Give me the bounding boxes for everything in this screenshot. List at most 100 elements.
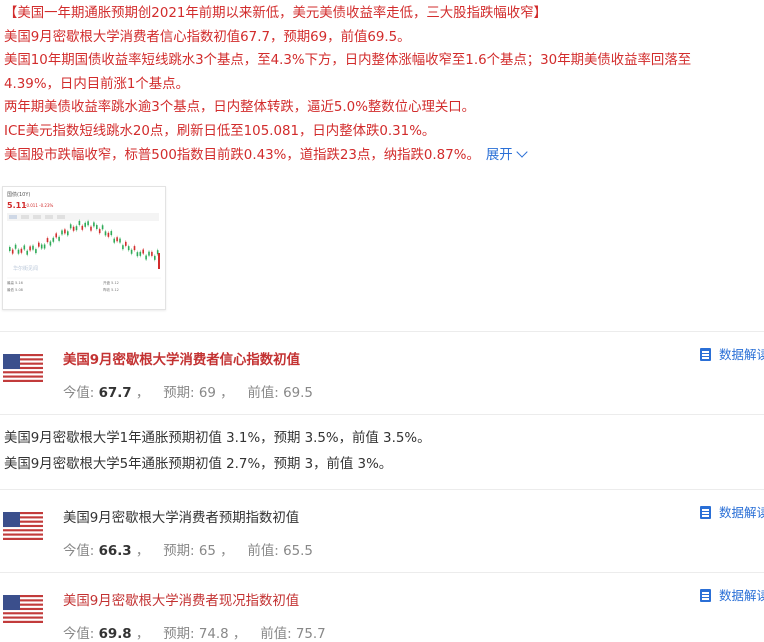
news-line: 美国10年期国债收益率短线跳水3个基点，至4.3%下方，日内整体涨幅收窄至1.6… (4, 53, 692, 69)
candle-body (122, 245, 124, 250)
news-line: 美国9月密歇根大学消费者信心指数初值67.7，预期69，前值69.5。 (4, 29, 411, 45)
data-interpretation-link[interactable]: 数据解读 (700, 344, 764, 363)
previous-value: 75.7 (295, 627, 326, 642)
candle-body (38, 242, 40, 247)
candle-body (78, 220, 81, 225)
candle-body (145, 255, 147, 260)
previous-label: 前值: (247, 544, 279, 559)
forecast-value: 69 (198, 386, 216, 401)
previous-label: 前值: (260, 627, 292, 642)
data-interpretation-link[interactable]: 数据解读 (700, 585, 764, 604)
candle-body (64, 229, 66, 234)
candle-body (43, 244, 46, 249)
thumb-label: 国债(10Y) (7, 191, 30, 198)
candle-body (23, 245, 26, 250)
candle-body (20, 248, 23, 253)
forecast-label: 预期: (163, 386, 195, 401)
chart-thumbnail[interactable]: 国债(10Y) 5.11 -0.011 -0.23% 华尔街见闻 最高 5.16… (2, 186, 166, 310)
current-label: 今值: (63, 386, 95, 401)
candle-body (110, 231, 113, 236)
forecast-value: 74.8 (198, 627, 229, 642)
news-item: 【美国一年期通胀预期创2021年前期以来新低，美元美债收益率走低，三大股指跌幅收… (4, 2, 764, 167)
data-interpretation-label: 数据解读 (719, 347, 764, 362)
data-card: 美国9月密歇根大学消费者信心指数初值 今值: 67.7 ，预期: 69 ，前值:… (0, 332, 764, 414)
candle-body (40, 244, 43, 249)
candle-body (98, 229, 101, 234)
candle-body (67, 231, 69, 236)
candle-body (52, 237, 55, 242)
data-interpretation-label: 数据解读 (719, 505, 764, 520)
candle-body (116, 237, 118, 242)
thumb-footer-right-0: 开盘 5.12 (103, 280, 119, 285)
candle-body (148, 251, 150, 256)
candle-body (101, 225, 104, 230)
candle-body (29, 246, 31, 251)
news-line-last: 美国股市跌幅收窄，标普500指数目前跌0.43%，道指跌23点，纳指跌0.87%… (4, 144, 764, 168)
candle-body (75, 226, 78, 231)
card-values: 今值: 67.7 ，预期: 69 ，前值: 69.5 (63, 386, 313, 401)
candle-body (136, 252, 139, 257)
data-interpretation-label: 数据解读 (719, 588, 764, 603)
candle-body (130, 249, 133, 254)
candle-body (133, 246, 136, 251)
current-value: 69.8 (98, 627, 132, 642)
card-title[interactable]: 美国9月密歇根大学消费者现况指数初值 (63, 589, 299, 609)
news-line: ICE美元指数短线跳水20点，刷新日低至105.081，日内整体跌0.31%。 (4, 123, 436, 139)
candle-body (119, 238, 121, 243)
thumb-watermark: 华尔街见闻 (13, 265, 38, 272)
candle-body (139, 251, 142, 256)
candle-body (9, 247, 11, 251)
thumb-toolbar (7, 213, 159, 221)
candle-body (17, 249, 20, 254)
current-label: 今值: (63, 627, 95, 642)
inflation-line: 美国9月密歇根大学5年通胀预期初值 2.7%，预期 3，前值 3%。 (4, 457, 393, 472)
inflation-line: 美国9月密歇根大学1年通胀预期初值 3.1%，预期 3.5%，前值 3.5%。 (4, 431, 431, 446)
candle-body (81, 225, 84, 230)
candle-body (104, 231, 107, 236)
current-value: 66.3 (98, 544, 132, 559)
current-value: 67.7 (98, 386, 132, 401)
candle-body (14, 244, 17, 249)
candle-body (84, 222, 86, 227)
data-interpretation-link[interactable]: 数据解读 (700, 502, 764, 521)
current-label: 今值: (63, 544, 95, 559)
previous-value: 69.5 (283, 386, 313, 401)
candle-body (49, 241, 52, 246)
previous-label: 前值: (247, 386, 279, 401)
document-icon (700, 589, 711, 602)
card-title[interactable]: 美国9月密歇根大学消费者信心指数初值 (63, 348, 300, 368)
forecast-value: 65 (198, 544, 216, 559)
candle-body (61, 230, 63, 235)
data-card: 美国9月密歇根大学消费者现况指数初值 今值: 69.8 ，预期: 74.8 ，前… (0, 573, 764, 642)
candle-body (26, 250, 28, 255)
expand-button[interactable]: 展开 (485, 145, 528, 163)
card-values: 今值: 66.3 ，预期: 65 ，前值: 65.5 (63, 544, 313, 559)
expand-label: 展开 (485, 147, 513, 163)
us-flag-icon (3, 595, 43, 623)
candle-body (90, 226, 92, 231)
divider (0, 414, 764, 415)
candle-body (125, 241, 127, 246)
card-title[interactable]: 美国9月密歇根大学消费者预期指数初值 (63, 506, 299, 526)
us-flag-icon (3, 354, 43, 382)
candle-body (113, 238, 115, 243)
news-line: 美国股市跌幅收窄，标普500指数目前跌0.43%，道指跌23点，纳指跌0.87%… (4, 147, 480, 163)
forecast-label: 预期: (163, 627, 195, 642)
thumb-candles (9, 219, 160, 269)
news-headline: 【美国一年期通胀预期创2021年前期以来新低，美元美债收益率走低，三大股指跌幅收… (4, 6, 547, 21)
data-card: 美国9月密歇根大学消费者预期指数初值 今值: 66.3 ，预期: 65 ，前值:… (0, 490, 764, 572)
previous-value: 65.5 (283, 544, 313, 559)
candle-body (158, 253, 160, 269)
candle-body (107, 232, 110, 237)
thumb-change: -0.011 -0.23% (25, 203, 54, 208)
forecast-label: 预期: (163, 544, 195, 559)
candle-body (32, 245, 34, 250)
candle-body (46, 238, 49, 243)
candle-body (142, 249, 144, 254)
candle-body (96, 225, 98, 230)
thumb-footer-left-0: 最高 5.16 (7, 280, 23, 285)
candle-body (72, 226, 75, 231)
candle-body (87, 221, 89, 226)
candle-body (58, 236, 60, 241)
candle-body (127, 246, 130, 251)
